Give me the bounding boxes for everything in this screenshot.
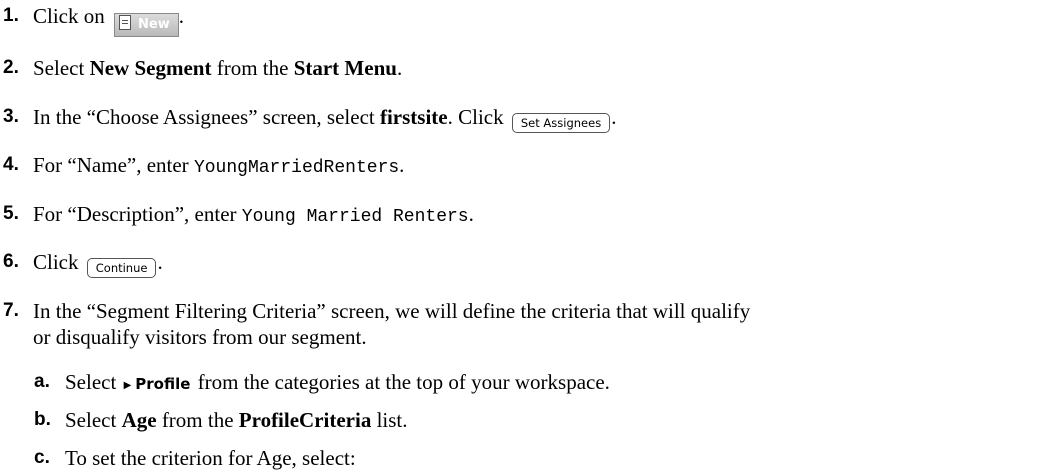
substep-letter: b.: [34, 409, 51, 430]
step-number: 6.: [3, 251, 19, 272]
step-text: For “Name”, enter YoungMarriedRenters.: [33, 153, 405, 178]
step-number: 7.: [3, 300, 19, 321]
step-text: In the “Choose Assignees” screen, select…: [33, 104, 616, 133]
continue-button[interactable]: Continue: [86, 258, 157, 278]
code-value: Young Married Renters: [241, 207, 469, 227]
step-number: 4.: [3, 154, 19, 175]
step-text: or disqualify visitors from our segment.: [33, 325, 367, 349]
step-text: Click Continue.: [33, 249, 163, 278]
step-text: Select New Segment from the Start Menu.: [33, 56, 403, 80]
substep-letter: c.: [34, 447, 50, 468]
substep-text: To set the criterion for Age, select:: [65, 446, 356, 470]
substep-text: Select ▶ Profile from the categories at t…: [65, 369, 610, 399]
step-number: 5.: [3, 203, 19, 224]
step-number: 3.: [3, 106, 19, 127]
step-number: 2.: [3, 57, 19, 78]
new-button[interactable]: New: [114, 13, 179, 37]
step-number: 1.: [3, 5, 19, 26]
step-text: Click on New.: [33, 3, 184, 37]
document-icon: [119, 15, 131, 30]
substep-letter: a.: [34, 371, 50, 392]
substep-text: Select Age from the ProfileCriteria list…: [65, 408, 408, 432]
triangle-right-icon: ▶: [123, 380, 132, 391]
profile-category-link[interactable]: ▶ Profile: [124, 375, 191, 393]
step-text: In the “Segment Filtering Criteria” scre…: [33, 299, 751, 323]
set-assignees-button[interactable]: Set Assignees: [511, 113, 611, 133]
step-text: For “Description”, enter Young Married R…: [33, 202, 474, 227]
code-value: YoungMarriedRenters: [193, 158, 400, 178]
